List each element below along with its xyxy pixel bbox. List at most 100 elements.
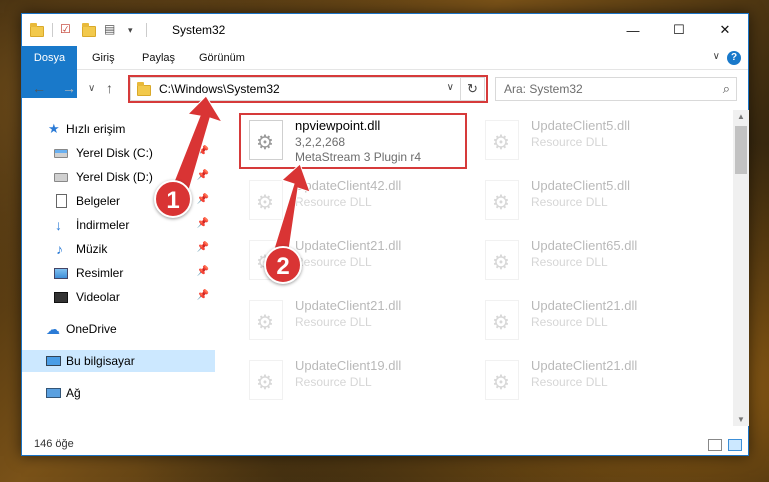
search-box[interactable]: Ara: System32 ⌕ [495,77,737,101]
new-folder-icon[interactable] [82,22,98,38]
pin-icon[interactable]: 📌 [197,170,209,181]
large-icons-view-icon[interactable] [728,439,742,451]
file-item[interactable]: UpdateClient19.dll Resource DLL [243,354,473,406]
file-description: Resource DLL [531,315,608,329]
file-item[interactable]: UpdateClient42.dll Resource DLL [243,174,473,226]
dll-file-icon [485,240,519,280]
scroll-up-icon[interactable]: ▲ [737,112,745,121]
pin-icon[interactable]: 📌 [197,290,209,301]
dll-file-icon [485,180,519,220]
sidebar-item-label: Ağ [66,386,81,400]
file-description: Resource DLL [295,375,372,389]
sidebar-item-label: Hızlı erişim [66,122,126,136]
file-item[interactable]: UpdateClient21.dll Resource DLL [479,354,709,406]
sidebar-item-this-pc[interactable]: Bu bilgisayar [22,350,215,372]
file-description: Resource DLL [531,195,608,209]
sidebar-item-music[interactable]: ♪ Müzik 📌 [22,238,215,260]
pin-icon[interactable]: 📌 [197,266,209,277]
drive-c-icon [54,146,68,160]
scroll-thumb[interactable] [735,126,747,174]
title-bar: ☑ ▤ ▾ System32 — ☐ ✕ [22,14,748,46]
sidebar-item-label: Bu bilgisayar [66,354,135,368]
dll-file-icon [249,360,283,400]
file-name: UpdateClient21.dll [531,358,638,373]
sidebar-item-label: Yerel Disk (D:) [76,170,153,184]
dll-file-icon [249,300,283,340]
dll-file-icon [485,300,519,340]
pin-icon[interactable]: 📌 [197,194,209,205]
customize-toolbar-icon[interactable]: ▤ [104,22,120,38]
sidebar-item-label: OneDrive [66,322,117,336]
videos-icon [54,290,68,304]
forward-button[interactable]: → [62,80,76,96]
up-button[interactable]: ↑ [106,80,113,96]
documents-icon [56,194,70,208]
vertical-scrollbar[interactable]: ▲ ▼ [733,110,749,426]
pictures-icon [54,266,68,280]
pin-icon[interactable]: 📌 [197,146,209,157]
tab-home[interactable]: Giriş [82,46,125,70]
file-item[interactable]: UpdateClient5.dll Resource DLL [479,174,709,226]
properties-icon[interactable]: ☑ [60,22,76,38]
file-name: UpdateClient21.dll [531,298,638,313]
maximize-button[interactable]: ☐ [656,14,702,46]
file-name: UpdateClient21.dll [295,298,402,313]
dll-file-icon [249,180,283,220]
highlight-box-file [239,113,467,169]
recent-locations-button[interactable]: ∨ [88,83,95,94]
sidebar-item-pictures[interactable]: Resimler 📌 [22,262,215,284]
window-title: System32 [172,23,226,37]
file-name: UpdateClient5.dll [531,118,631,133]
navigation-bar: ← → ∨ ↑ C:\Windows\System32 ∨ ↻ Ara: Sys… [22,70,748,106]
file-name: UpdateClient21.dll [295,238,402,253]
status-bar: 146 öğe [22,434,748,456]
toolbar-dropdown-icon[interactable]: ▾ [128,25,144,41]
sidebar-item-videos[interactable]: Videolar 📌 [22,286,215,308]
explorer-window: ☑ ▤ ▾ System32 — ☐ ✕ Dosya Giriş Paylaş … [21,13,749,456]
back-button[interactable]: ← [32,80,46,96]
sidebar-item-disk-c[interactable]: Yerel Disk (C:) 📌 [22,142,215,164]
dll-file-icon [485,360,519,400]
this-pc-icon [46,354,61,368]
item-count: 146 öğe [34,438,74,450]
sidebar-item-onedrive[interactable]: ☁ OneDrive [22,318,215,340]
file-description: Resource DLL [295,255,372,269]
divider [146,23,147,37]
details-view-icon[interactable] [708,439,722,451]
highlight-box-address [128,75,488,103]
file-description: Resource DLL [531,135,608,149]
search-placeholder: Ara: System32 [504,82,583,96]
scroll-down-icon[interactable]: ▼ [737,415,745,424]
file-item[interactable]: UpdateClient21.dll Resource DLL [479,294,709,346]
ribbon-tabs: Dosya Giriş Paylaş Görünüm ∨ ? [22,46,748,98]
file-item[interactable]: UpdateClient21.dll Resource DLL [243,294,473,346]
onedrive-icon: ☁ [46,321,60,337]
file-name: UpdateClient42.dll [295,178,402,193]
minimize-button[interactable]: — [610,14,656,46]
file-item[interactable]: UpdateClient5.dll Resource DLL [479,114,709,166]
search-icon[interactable]: ⌕ [723,81,730,97]
navigation-pane: ★ Hızlı erişim Yerel Disk (C:) 📌 Yerel D… [22,110,215,426]
pin-icon[interactable]: 📌 [197,218,209,229]
ribbon-expand-icon[interactable]: ∨ [713,51,720,62]
folder-icon [30,22,46,38]
tab-share[interactable]: Paylaş [132,46,185,70]
help-icon[interactable]: ? [727,51,741,65]
file-description: Resource DLL [295,315,372,329]
tab-view[interactable]: Görünüm [189,46,255,70]
sidebar-item-downloads[interactable]: ↓ İndirmeler 📌 [22,214,215,236]
file-name: UpdateClient65.dll [531,238,638,253]
close-button[interactable]: ✕ [702,14,748,46]
divider [52,23,53,37]
pin-icon[interactable]: 📌 [197,242,209,253]
drive-d-icon [54,170,68,184]
file-item[interactable]: UpdateClient65.dll Resource DLL [479,234,709,286]
annotation-badge-1: 1 [154,180,192,218]
sidebar-item-network[interactable]: Ağ [22,382,215,404]
downloads-icon: ↓ [55,217,62,233]
sidebar-item-quick-access[interactable]: ★ Hızlı erişim [22,118,215,140]
file-description: Resource DLL [295,195,372,209]
file-name: UpdateClient19.dll [295,358,402,373]
file-description: Resource DLL [531,375,608,389]
sidebar-item-label: İndirmeler [76,218,130,232]
